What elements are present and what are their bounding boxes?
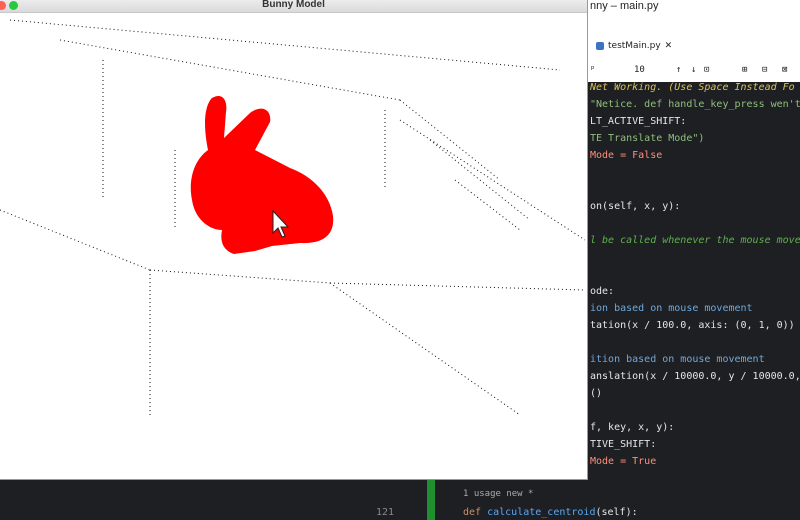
bunny-window: Bunny Model (0, 0, 588, 480)
window-title: Bunny Model (262, 0, 325, 10)
code-line: l be called whenever the mouse move (590, 235, 800, 246)
window-titlebar[interactable]: Bunny Model (0, 0, 587, 13)
code-line: anslation(x / 10000.0, y / 10000.0, (590, 371, 800, 382)
render-canvas[interactable] (0, 13, 587, 479)
code-editor[interactable]: Net Working. (Use Space Instead Fo "Netic… (586, 82, 800, 480)
arrow-down-icon[interactable]: ↓ (691, 65, 696, 75)
tool-icon-c[interactable]: ⊠ (782, 65, 787, 75)
code-line: Mode = True (590, 456, 657, 467)
frame-icon[interactable]: ⊡ (704, 65, 709, 75)
toolbar-pre: ᵖ (590, 65, 596, 75)
code-line: Net Working. (Use Space Instead Fo (590, 82, 795, 93)
code-line: TIVE_SHIFT: (590, 439, 657, 450)
code-line: LT_ACTIVE_SHIFT: (590, 116, 687, 127)
code-line: ion based on mouse movement (590, 303, 753, 314)
code-line: Mode = False (590, 150, 663, 161)
code-line: "Netice. def handle_key_press wen't (590, 99, 800, 110)
close-tab-icon[interactable]: ✕ (665, 41, 673, 51)
usage-hint[interactable]: 1 usage new * (463, 489, 533, 499)
tab-label: testMain.py (608, 41, 661, 51)
arrow-up-icon[interactable]: ↑ (676, 65, 681, 75)
code-line: ode: (590, 286, 615, 297)
ide-title: nny – main.py (590, 0, 659, 12)
toolbar-number: 10 (634, 65, 645, 75)
tool-icon-b[interactable]: ⊟ (762, 65, 767, 75)
code-line: on(self, x, y): (590, 201, 681, 212)
code-line: TE Translate Mode") (590, 133, 705, 144)
zoom-window-icon[interactable] (9, 1, 18, 10)
code-line-bottom: def calculate_centroid(self): (463, 507, 638, 518)
gutter-change-bar (427, 480, 435, 520)
bunny-model (190, 95, 334, 254)
python-file-icon (596, 42, 604, 50)
code-line: tation(x / 100.0, axis: (0, 1, 0)) (590, 320, 795, 331)
code-line: f, key, x, y): (590, 422, 675, 433)
tab-testmain[interactable]: testMain.py ✕ (596, 41, 672, 51)
line-number: 121 (376, 507, 395, 518)
code-line: () (590, 388, 603, 399)
code-line: ition based on mouse movement (590, 354, 765, 365)
tool-icon-a[interactable]: ⊞ (742, 65, 747, 75)
ide-toolbar: ᵖ 10 ↑ ↓ ⊡ ⊞ ⊟ ⊠ (586, 60, 800, 83)
